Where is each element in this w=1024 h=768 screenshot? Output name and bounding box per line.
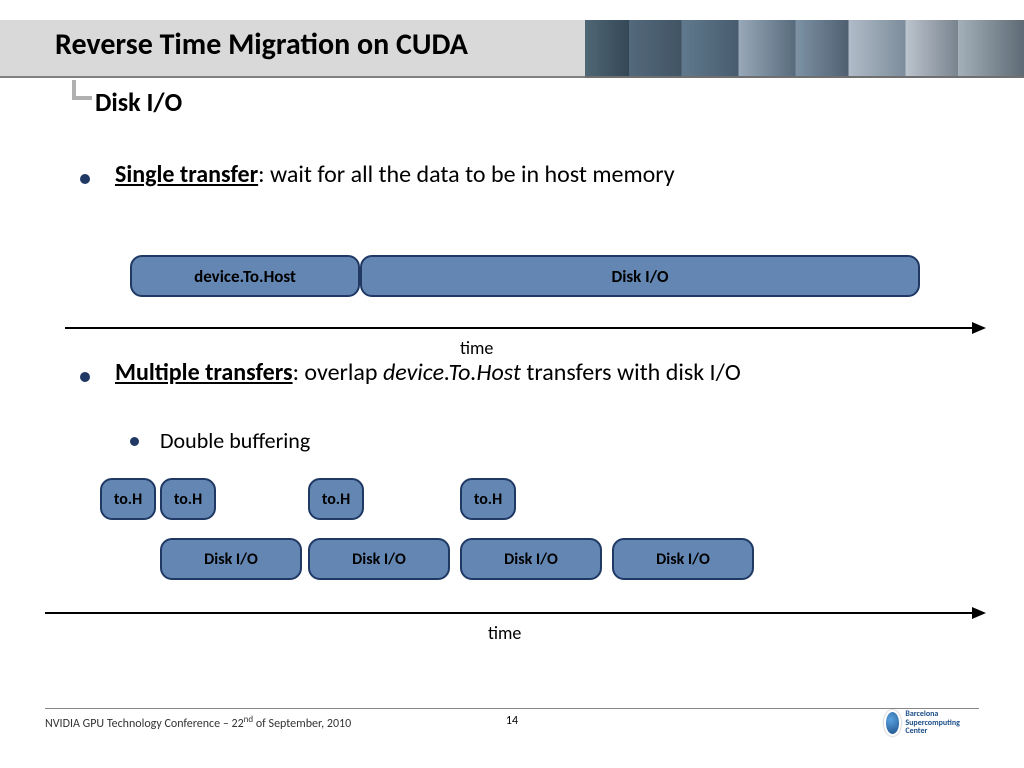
bullet2-bold: Multiple transfers <box>115 358 293 387</box>
pill-diskio-3: Disk I/O <box>460 538 602 580</box>
footer-conf-sup: nd <box>244 714 253 725</box>
footer-conf-post: of September, 2010 <box>253 717 351 731</box>
bullet2-segB: transfers with disk I/O <box>521 358 741 387</box>
pill-disk-io-single: Disk I/O <box>360 255 920 297</box>
time-axis-1 <box>65 327 984 329</box>
bullet-multiple-transfers: Multiple transfers: overlap device.To.Ho… <box>60 358 964 387</box>
pill-diskio-4: Disk I/O <box>612 538 754 580</box>
pill-device-to-host: device.To.Host <box>130 255 360 297</box>
bullet1-bold: Single transfer <box>115 160 258 189</box>
bsc-logo-text: Barcelona Supercomputing Center <box>905 710 974 736</box>
subtitle-connector <box>72 80 92 100</box>
diagram-multiple-transfers: to.H to.H to.H to.H Disk I/O Disk I/O Di… <box>0 478 1024 698</box>
content-area: Single transfer: wait for all the data t… <box>60 160 964 229</box>
footer-conference: NVIDIA GPU Technology Conference – 22nd … <box>45 714 351 731</box>
bullet-single-transfer: Single transfer: wait for all the data t… <box>60 160 964 189</box>
time-label-1: time <box>460 337 493 359</box>
footer-conf-pre: NVIDIA GPU Technology Conference – 22 <box>45 717 244 731</box>
footer-divider <box>45 708 979 709</box>
footer-logo: Barcelona Supercomputing Center <box>884 706 974 740</box>
bsc-logo-icon <box>884 710 901 736</box>
bullet-double-buffering: Double buffering <box>60 427 964 454</box>
footer: NVIDIA GPU Technology Conference – 22nd … <box>0 708 1024 748</box>
pill-toh-4: to.H <box>460 478 516 520</box>
pill-toh-2: to.H <box>160 478 216 520</box>
header-image-strip <box>585 20 1024 78</box>
pill-diskio-1: Disk I/O <box>160 538 302 580</box>
time-label-2: time <box>488 622 521 644</box>
bullet1-rest: : wait for all the data to be in host me… <box>258 160 675 189</box>
bullet2-segA: : overlap <box>293 358 383 387</box>
bullet2-ital: device.To.Host <box>383 358 521 387</box>
bullet-multiple-transfers-wrap: Multiple transfers: overlap device.To.Ho… <box>60 358 964 474</box>
time-axis-2 <box>45 612 984 614</box>
diagram-single-transfer: device.To.Host Disk I/O time <box>0 255 1024 375</box>
slide-title: Reverse Time Migration on CUDA <box>55 26 468 63</box>
pill-diskio-2: Disk I/O <box>308 538 450 580</box>
slide-subtitle: Disk I/O <box>95 86 182 118</box>
pill-toh-1: to.H <box>100 478 156 520</box>
footer-page-number: 14 <box>506 714 518 728</box>
pill-toh-3: to.H <box>308 478 364 520</box>
